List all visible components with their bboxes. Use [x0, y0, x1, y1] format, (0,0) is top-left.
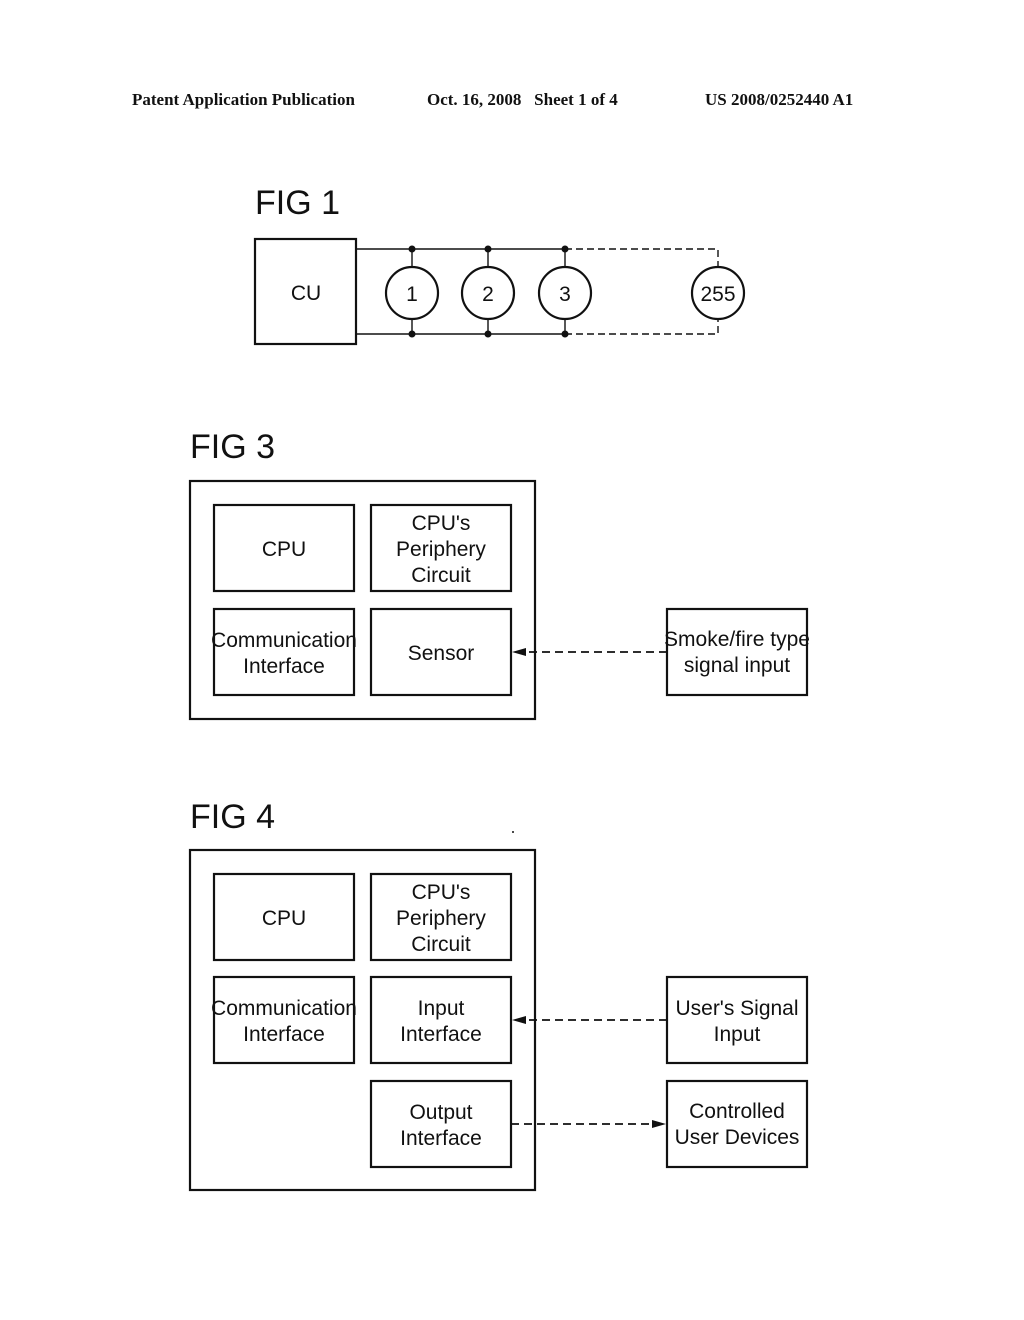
fig4-input-label-2: Interface: [400, 1023, 482, 1046]
fig1: FIG 1 CU 1 2 3 255: [253, 184, 746, 346]
fig4-user-signal-label-2: Input: [714, 1023, 761, 1046]
fig3-periphery-label-3: Circuit: [411, 564, 471, 587]
fig1-title: FIG 1: [255, 184, 340, 222]
fig4-user-signal-label-1: User's Signal: [675, 997, 798, 1020]
fig4-title: FIG 4: [190, 798, 275, 836]
fig4-periphery-label-2: Periphery: [396, 907, 486, 930]
fig4-output-label-2: Interface: [400, 1127, 482, 1150]
cu-label: CU: [291, 282, 321, 305]
fig4-controlled-label-2: User Devices: [675, 1126, 800, 1149]
fig3-smoke-label-2: signal input: [684, 654, 790, 677]
fig3-comm-box: [212, 607, 356, 697]
fig3: FIG 3 CPU CPU's Periphery Circuit Commun…: [188, 428, 810, 721]
node-255-label: 255: [700, 283, 735, 306]
node-1: 1: [384, 245, 440, 338]
fig4: FIG 4 CPU CPU's Periphery Circuit Commun…: [188, 798, 809, 1192]
stray-dot: [512, 831, 514, 833]
fig3-smoke-input-box: [665, 607, 809, 697]
fig3-comm-label-1: Communication: [211, 629, 357, 652]
fig4-comm-label-1: Communication: [211, 997, 357, 1020]
fig4-input-label-1: Input: [418, 997, 465, 1020]
fig3-cpu-label: CPU: [262, 538, 306, 561]
fig3-smoke-label-1: Smoke/fire type: [664, 628, 810, 651]
fig4-periphery-label-3: Circuit: [411, 933, 471, 956]
fig3-sensor-label: Sensor: [408, 642, 475, 665]
fig4-periphery-label-1: CPU's: [412, 881, 471, 904]
node-3-label: 3: [559, 283, 571, 306]
fig4-output-label-1: Output: [409, 1101, 472, 1124]
fig4-device-box: [188, 848, 537, 1192]
fig4-controlled-devices-box: [665, 1079, 809, 1169]
fig4-comm-label-2: Interface: [243, 1023, 325, 1046]
fig4-input-box: [369, 975, 513, 1065]
fig4-controlled-label-1: Controlled: [689, 1100, 785, 1123]
bus-bottom-dashed: [565, 319, 719, 335]
bus-top-dashed: [565, 248, 719, 266]
fig4-user-signal-box: [665, 975, 809, 1065]
node-1-label: 1: [406, 283, 418, 306]
fig3-periphery-label-1: CPU's: [412, 512, 471, 535]
fig4-output-box: [369, 1079, 513, 1169]
fig4-cpu-label: CPU: [262, 907, 306, 930]
node-2: 2: [460, 245, 516, 338]
fig3-periphery-label-2: Periphery: [396, 538, 486, 561]
node-255: 255: [690, 265, 746, 321]
patent-drawings: FIG 1 CU 1 2 3 255 FIG 3 CPU CPU's Perip…: [188, 184, 810, 1192]
fig4-comm-box: [212, 975, 356, 1065]
fig3-device-box: [188, 479, 537, 721]
fig3-comm-label-2: Interface: [243, 655, 325, 678]
node-3: 3: [537, 245, 593, 338]
node-2-label: 2: [482, 283, 494, 306]
fig3-title: FIG 3: [190, 428, 275, 466]
